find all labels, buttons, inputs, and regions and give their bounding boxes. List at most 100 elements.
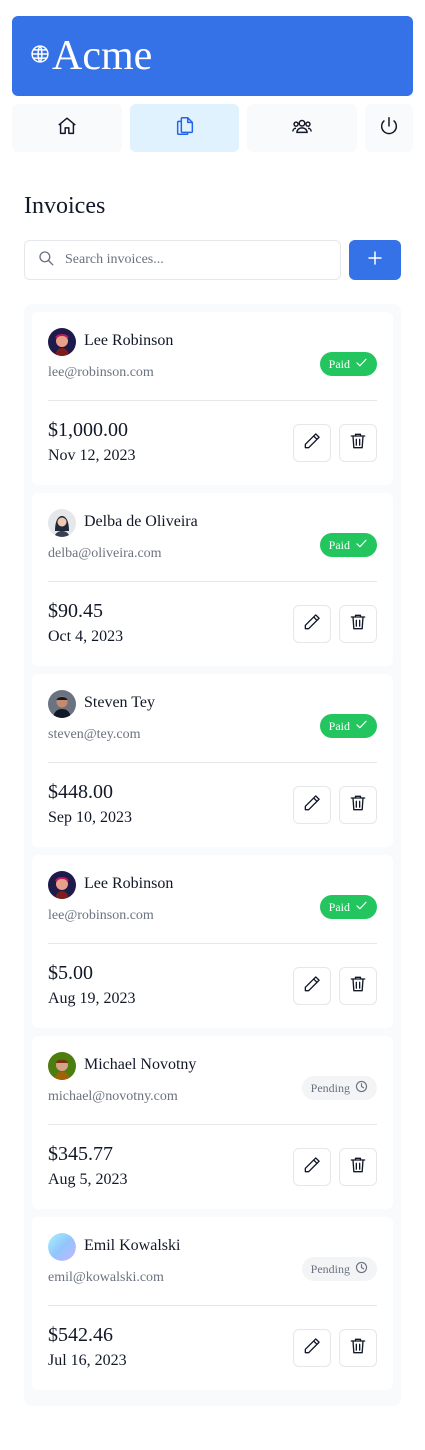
customer-email: lee@robinson.com: [48, 365, 154, 380]
customer-email: lee@robinson.com: [48, 908, 154, 923]
clock-icon: [350, 1261, 368, 1278]
invoice-amount: $90.45: [48, 600, 103, 622]
invoice-date: Aug 19, 2023: [48, 990, 136, 1007]
pencil-icon: [302, 612, 322, 637]
customer-email: emil@kowalski.com: [48, 1270, 164, 1285]
trash-icon: [348, 1155, 368, 1180]
status-label: Paid: [328, 899, 350, 914]
invoice-date: Jul 16, 2023: [48, 1352, 127, 1369]
invoice-date: Aug 5, 2023: [48, 1171, 128, 1188]
brand-name: Acme: [52, 33, 153, 79]
divider: [48, 762, 377, 763]
customer-name: Lee Robinson: [84, 875, 174, 892]
status-badge: Paid: [319, 895, 377, 919]
invoice-amount: $345.77: [48, 1143, 113, 1165]
delete-invoice-button[interactable]: [339, 1329, 377, 1367]
divider: [48, 1305, 377, 1306]
customer-email: michael@novotny.com: [48, 1089, 178, 1104]
customer-name: Delba de Oliveira: [84, 513, 198, 530]
trash-icon: [348, 974, 368, 999]
invoice-card: Michael Novotny michael@novotny.com Pend…: [32, 1036, 393, 1209]
check-icon: [350, 899, 368, 916]
nav-signout-button[interactable]: [365, 104, 413, 152]
delete-invoice-button[interactable]: [339, 967, 377, 1005]
customer-name: Michael Novotny: [84, 1056, 197, 1073]
avatar: [48, 690, 76, 718]
avatar: [48, 1233, 76, 1261]
status-label: Pending: [310, 1261, 350, 1276]
delete-invoice-button[interactable]: [339, 424, 377, 462]
avatar: [48, 1052, 76, 1080]
pencil-icon: [302, 793, 322, 818]
search-icon: [25, 249, 55, 272]
avatar: [48, 509, 76, 537]
users-icon: [291, 115, 313, 142]
pencil-icon: [302, 1155, 322, 1180]
delete-invoice-button[interactable]: [339, 605, 377, 643]
divider: [48, 1124, 377, 1125]
invoice-amount: $5.00: [48, 962, 93, 984]
home-icon: [56, 115, 78, 142]
invoice-amount: $448.00: [48, 781, 113, 803]
trash-icon: [348, 1336, 368, 1361]
status-label: Paid: [328, 718, 350, 733]
delete-invoice-button[interactable]: [339, 786, 377, 824]
status-badge: Pending: [301, 1076, 377, 1100]
check-icon: [350, 537, 368, 554]
divider: [48, 943, 377, 944]
invoice-amount: $1,000.00: [48, 419, 128, 441]
check-icon: [350, 718, 368, 735]
avatar: [48, 328, 76, 356]
search-input[interactable]: [65, 252, 315, 268]
globe-icon: [30, 44, 52, 69]
power-icon: [378, 115, 400, 142]
customer-email: delba@oliveira.com: [48, 546, 162, 561]
invoice-list: Lee Robinson lee@robinson.com Paid $1,00…: [24, 304, 401, 1406]
page-title: Invoices: [24, 193, 106, 219]
edit-invoice-button[interactable]: [293, 605, 331, 643]
status-label: Pending: [310, 1080, 350, 1095]
status-badge: Paid: [319, 714, 377, 738]
avatar: [48, 871, 76, 899]
status-badge: Pending: [301, 1257, 377, 1281]
create-invoice-button[interactable]: [349, 240, 401, 280]
plus-icon: [366, 249, 384, 272]
invoice-card: Lee Robinson lee@robinson.com Paid $5.00…: [32, 855, 393, 1028]
invoice-card: Lee Robinson lee@robinson.com Paid $1,00…: [32, 312, 393, 485]
customer-email: steven@tey.com: [48, 727, 141, 742]
trash-icon: [348, 793, 368, 818]
edit-invoice-button[interactable]: [293, 1329, 331, 1367]
brand-header[interactable]: Acme: [12, 16, 413, 96]
invoice-card: Steven Tey steven@tey.com Paid $448.00 S…: [32, 674, 393, 847]
invoice-card: Delba de Oliveira delba@oliveira.com Pai…: [32, 493, 393, 666]
check-icon: [350, 356, 368, 373]
edit-invoice-button[interactable]: [293, 1148, 331, 1186]
invoice-card: Emil Kowalski emil@kowalski.com Pending …: [32, 1217, 393, 1390]
status-label: Paid: [328, 537, 350, 552]
edit-invoice-button[interactable]: [293, 967, 331, 1005]
trash-icon: [348, 612, 368, 637]
nav-invoices-button[interactable]: [130, 104, 239, 152]
pencil-icon: [302, 974, 322, 999]
search-bar: [24, 240, 341, 280]
divider: [48, 400, 377, 401]
edit-invoice-button[interactable]: [293, 424, 331, 462]
invoice-date: Nov 12, 2023: [48, 447, 136, 464]
customer-name: Lee Robinson: [84, 332, 174, 349]
invoice-date: Oct 4, 2023: [48, 628, 124, 645]
status-badge: Paid: [319, 533, 377, 557]
delete-invoice-button[interactable]: [339, 1148, 377, 1186]
status-label: Paid: [328, 356, 350, 371]
nav-home-button[interactable]: [12, 104, 122, 152]
invoice-date: Sep 10, 2023: [48, 809, 132, 826]
customer-name: Emil Kowalski: [84, 1237, 181, 1254]
main-nav: [12, 104, 413, 152]
clock-icon: [350, 1080, 368, 1097]
pencil-icon: [302, 1336, 322, 1361]
edit-invoice-button[interactable]: [293, 786, 331, 824]
documents-icon: [174, 115, 196, 142]
customer-name: Steven Tey: [84, 694, 156, 711]
invoice-amount: $542.46: [48, 1324, 113, 1346]
nav-customers-button[interactable]: [247, 104, 357, 152]
divider: [48, 581, 377, 582]
